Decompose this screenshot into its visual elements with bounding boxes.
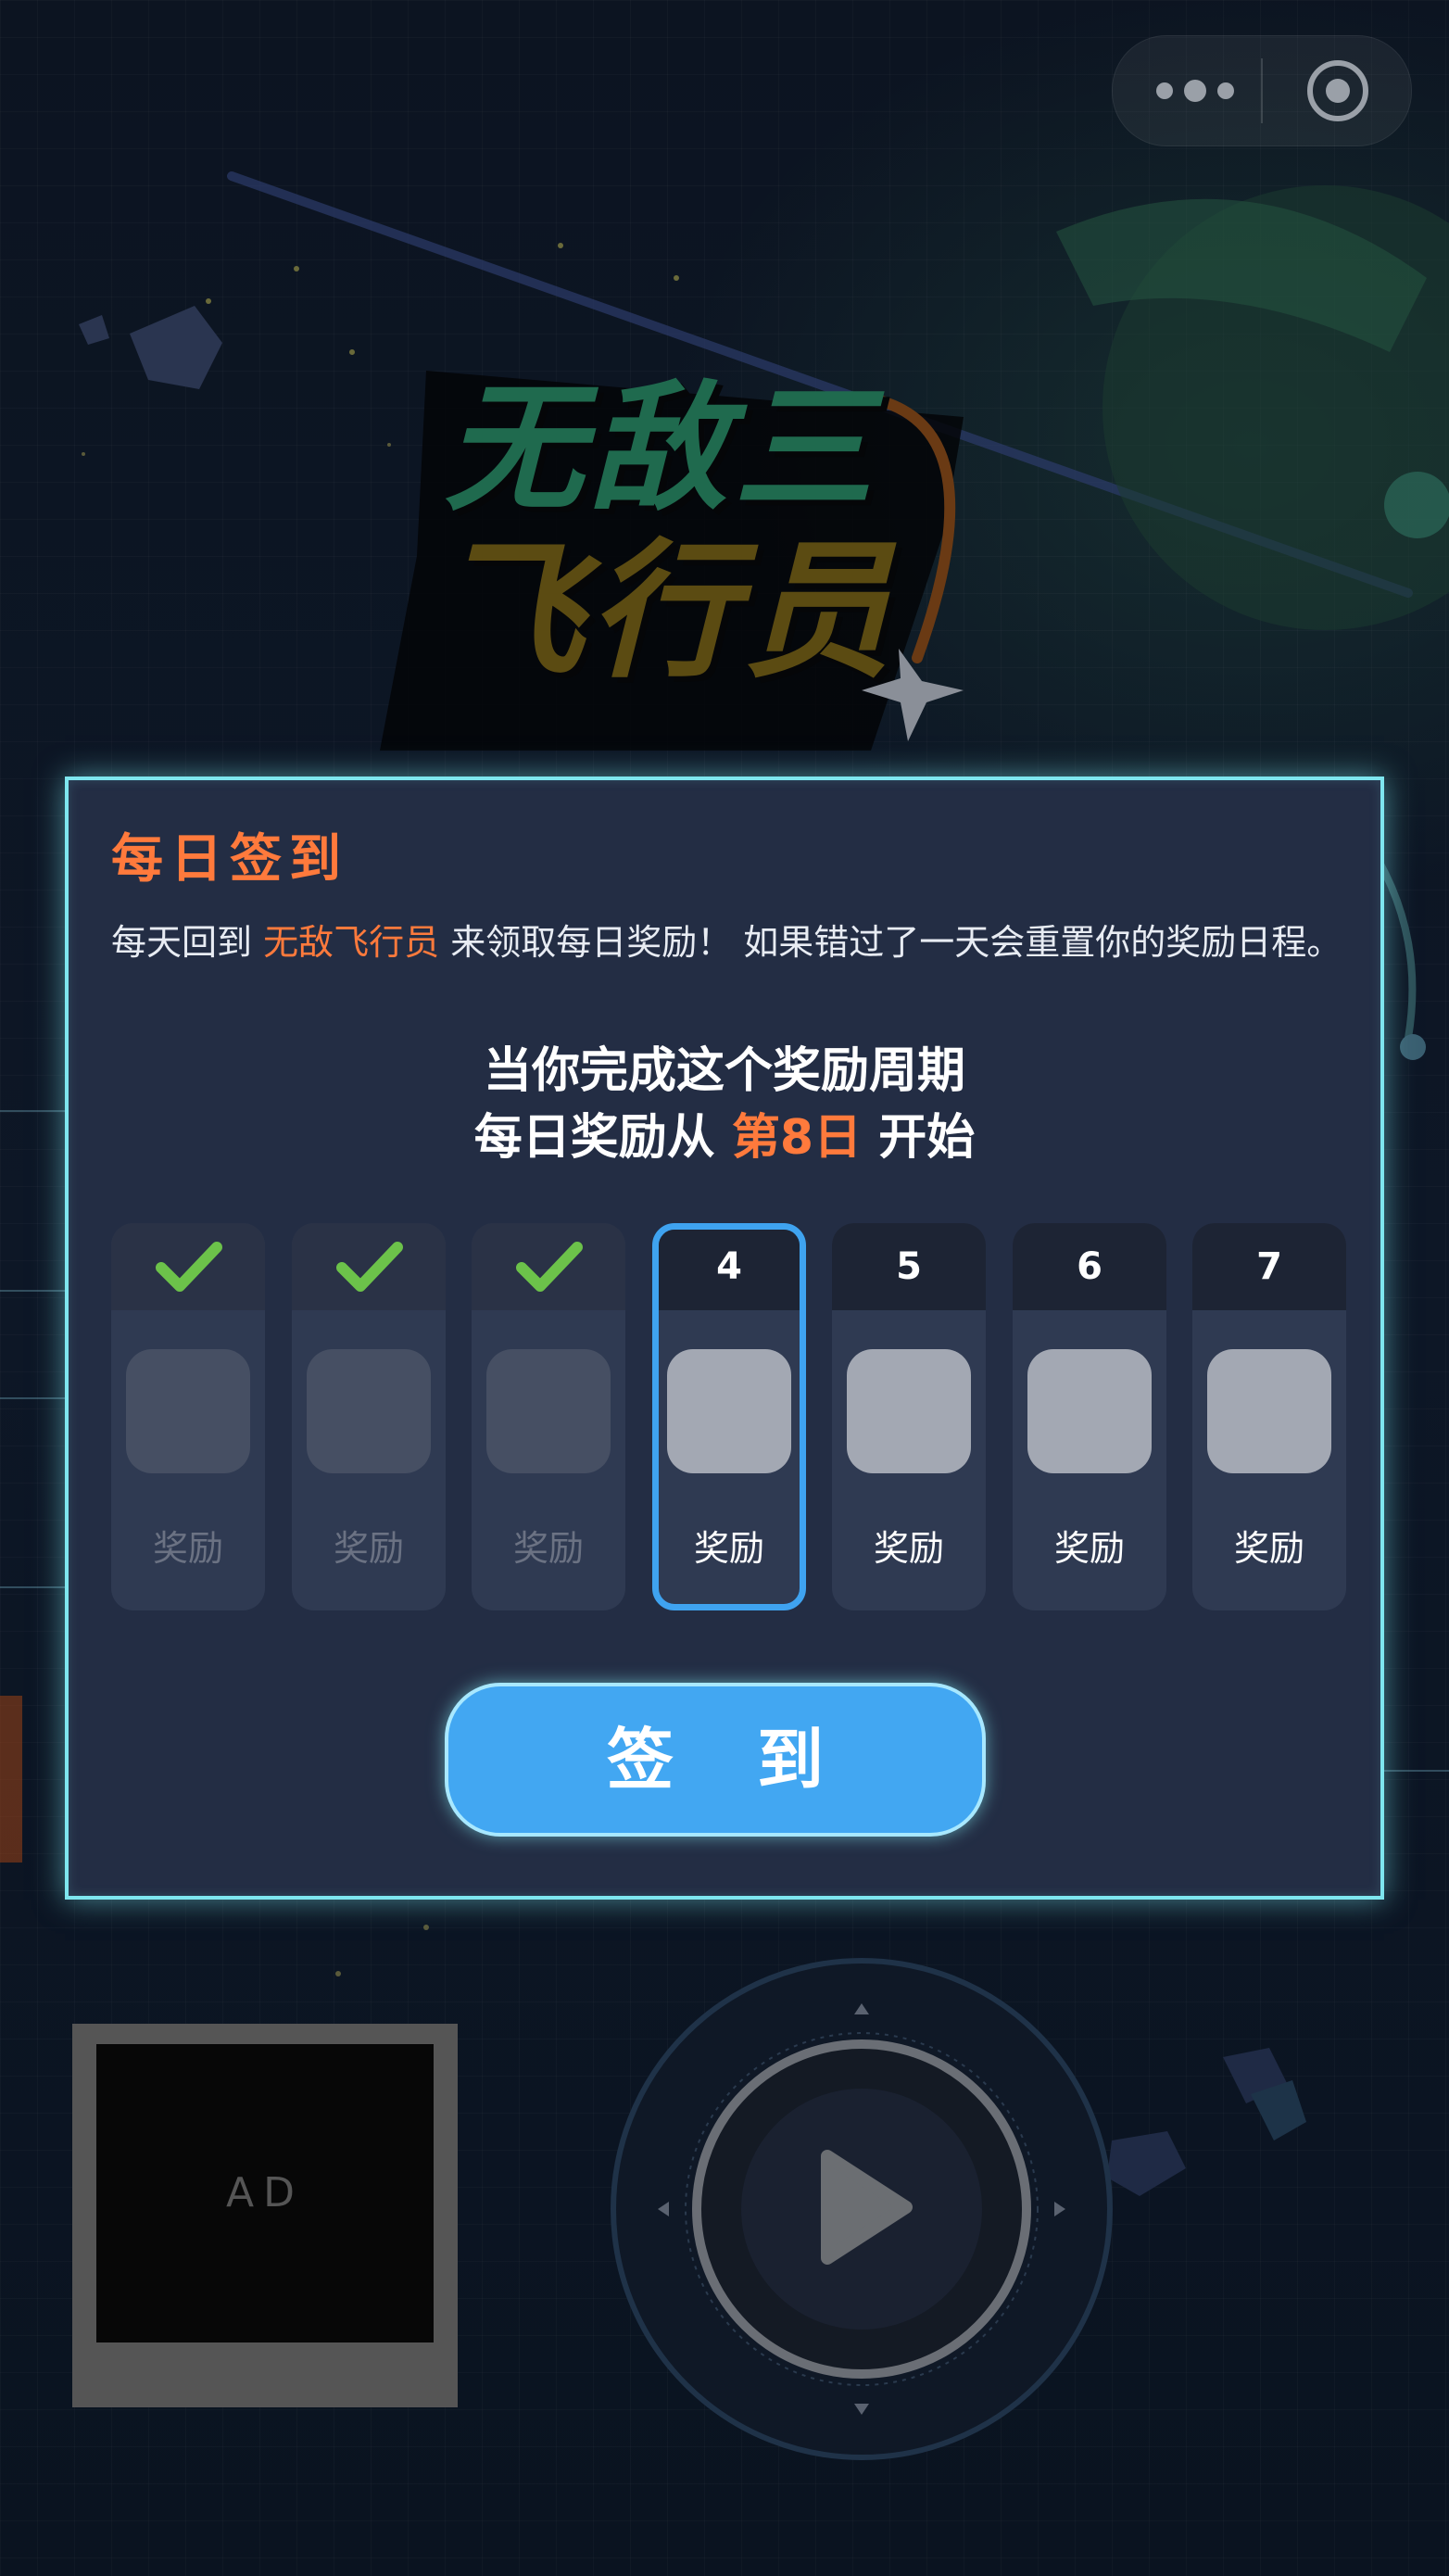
reward-day-6[interactable]: 6 奖励 — [1013, 1223, 1166, 1610]
dialog-description: 每天回到 无敌飞行员 来领取每日奖励！ 如果错过了一天会重置你的奖励日程。 — [111, 919, 1353, 966]
day-header — [292, 1223, 446, 1310]
more-dots-icon[interactable] — [1153, 77, 1237, 105]
checkin-button[interactable]: 签到 — [445, 1683, 986, 1837]
reward-icon-placeholder — [1207, 1349, 1331, 1473]
day-number: 6 — [1013, 1223, 1166, 1310]
dialog-title: 每日签到 — [111, 829, 348, 890]
daily-checkin-dialog: 每日签到 每天回到 无敌飞行员 来领取每日奖励！ 如果错过了一天会重置你的奖励日… — [65, 777, 1384, 1900]
subtitle-day-highlight: 第8日 — [731, 1110, 863, 1166]
reward-day-7[interactable]: 7 奖励 — [1192, 1223, 1346, 1610]
game-logo: 无敌三 飞行员 — [352, 315, 1001, 751]
day-number: 4 — [659, 1230, 800, 1310]
reward-label: 奖励 — [512, 1528, 584, 1569]
reward-icon-placeholder — [126, 1349, 250, 1473]
reward-label: 奖励 — [152, 1528, 223, 1569]
grid-line — [0, 1397, 65, 1399]
subtitle-text-after: 开始 — [878, 1110, 976, 1166]
reward-icon-placeholder — [486, 1349, 611, 1473]
reward-day-2[interactable]: 奖励 — [292, 1223, 446, 1610]
reward-icon-placeholder — [1027, 1349, 1152, 1473]
menu-capsule — [1112, 35, 1412, 146]
checkmark-icon — [336, 1242, 403, 1292]
reward-day-1[interactable]: 奖励 — [111, 1223, 265, 1610]
reward-icon-placeholder — [307, 1349, 431, 1473]
day-header — [472, 1223, 625, 1310]
reward-label: 奖励 — [1233, 1528, 1304, 1569]
dialog-subtitle: 当你完成这个奖励周期 每日奖励从 第8日 开始 — [69, 1038, 1380, 1171]
checkmark-icon — [156, 1242, 222, 1292]
capsule-divider — [1261, 58, 1263, 123]
desc-text-before: 每天回到 — [111, 922, 253, 963]
grid-line — [1384, 1770, 1449, 1772]
reward-label: 奖励 — [333, 1528, 404, 1569]
reward-label: 奖励 — [693, 1528, 764, 1569]
reward-days-row: 奖励 奖励 奖励 4 奖励 5 奖励 6 奖励 7 奖励 — [111, 1223, 1353, 1612]
reward-icon-placeholder — [847, 1349, 971, 1473]
ad-label: AD — [96, 2044, 434, 2342]
reward-day-5[interactable]: 5 奖励 — [832, 1223, 986, 1610]
logo-line-1: 无敌三 — [445, 369, 879, 530]
day-number: 5 — [832, 1223, 986, 1310]
reward-icon-placeholder — [667, 1349, 791, 1473]
desc-game-name: 无敌飞行员 — [263, 922, 440, 963]
reward-label: 奖励 — [873, 1528, 944, 1569]
joystick-control[interactable] — [610, 1957, 1114, 2461]
day-header — [111, 1223, 265, 1310]
target-circle-icon[interactable] — [1305, 58, 1370, 123]
subtitle-line-1: 当你完成这个奖励周期 — [483, 1043, 965, 1099]
reward-day-4[interactable]: 4 奖励 — [652, 1223, 806, 1610]
subtitle-text-before: 每日奖励从 — [473, 1110, 715, 1166]
reward-label: 奖励 — [1053, 1528, 1125, 1569]
subtitle-line-2: 每日奖励从 第8日 开始 — [69, 1105, 1380, 1171]
ad-banner[interactable]: AD — [72, 2024, 458, 2407]
grid-line — [0, 1586, 65, 1588]
desc-text-after: 来领取每日奖励！ 如果错过了一天会重置你的奖励日程。 — [450, 922, 1342, 963]
orange-edge-glow — [0, 1696, 22, 1863]
reward-day-3[interactable]: 奖励 — [472, 1223, 625, 1610]
logo-line-2: 飞行员 — [435, 524, 898, 698]
grid-line — [0, 1290, 65, 1292]
grid-line — [0, 1110, 65, 1112]
day-number: 7 — [1192, 1223, 1346, 1310]
checkmark-icon — [516, 1242, 583, 1292]
